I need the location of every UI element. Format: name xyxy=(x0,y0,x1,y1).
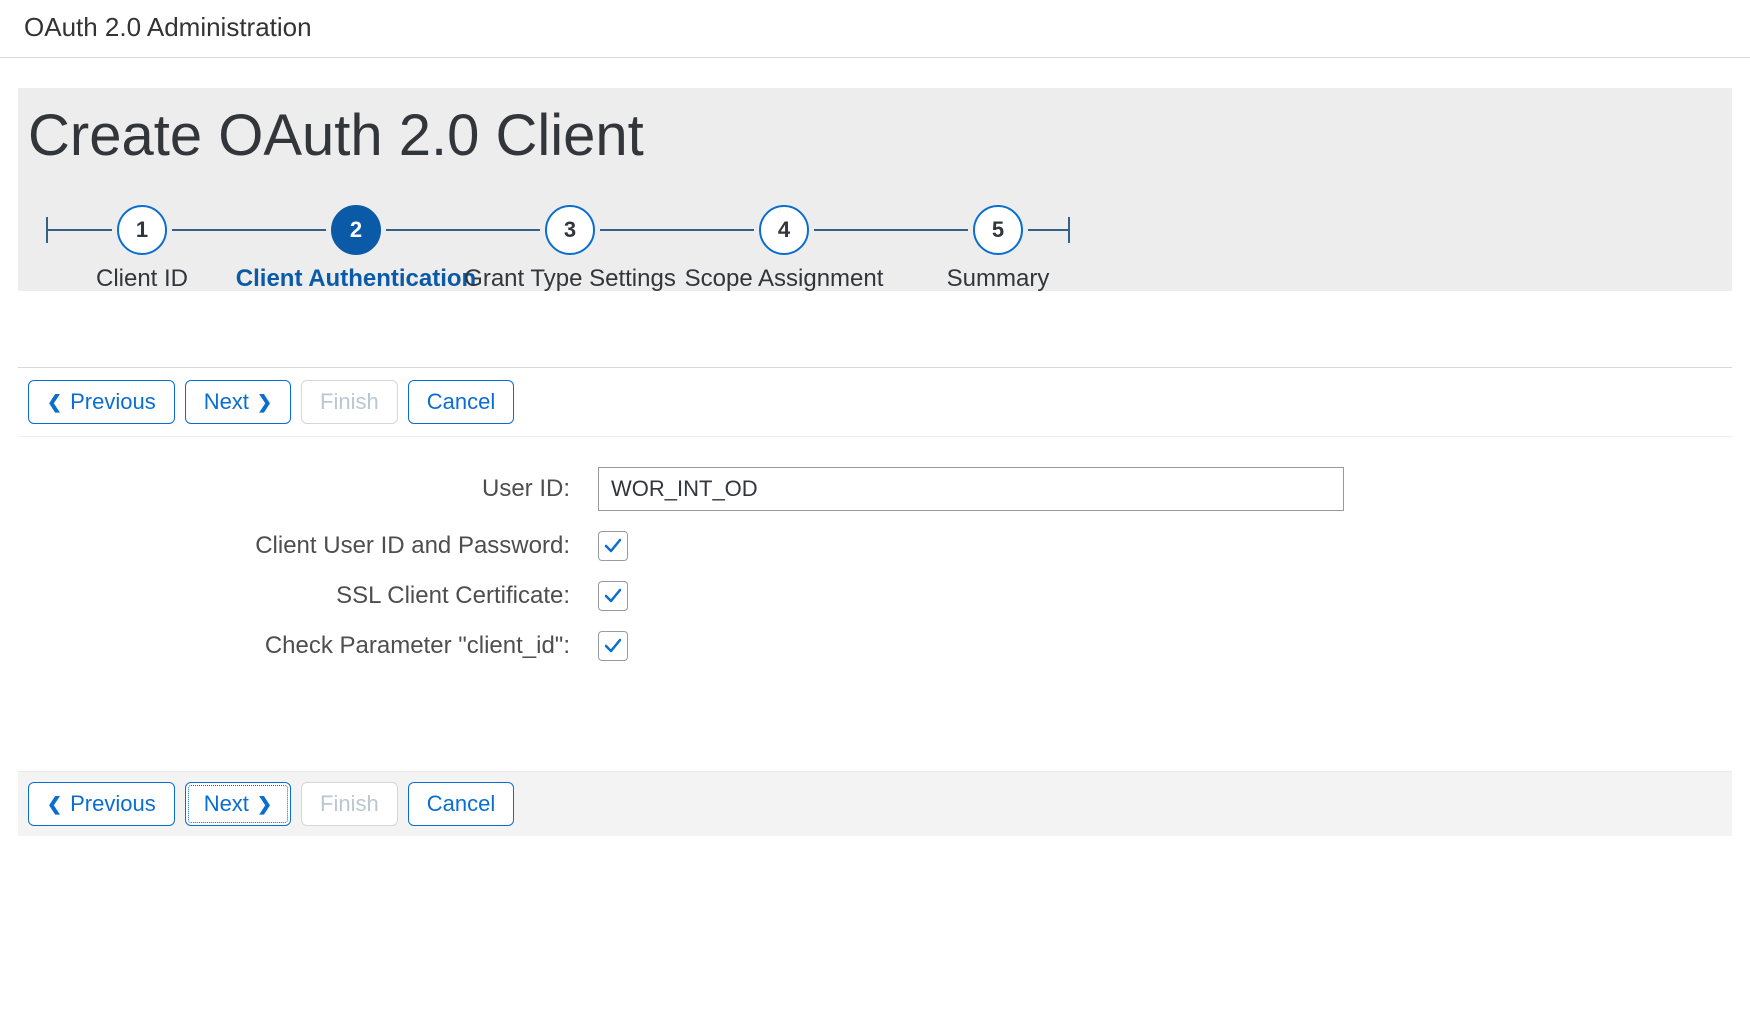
check-client-id-label: Check Parameter "client_id": xyxy=(18,632,598,660)
wizard-step-scope-assignment[interactable]: 4 Scope Assignment xyxy=(754,205,814,255)
previous-button[interactable]: ❮ Previous xyxy=(28,782,175,826)
wizard-step-summary[interactable]: 5 Summary xyxy=(968,205,1028,255)
step-connector xyxy=(172,229,326,231)
wizard-title: Create OAuth 2.0 Client xyxy=(28,102,1732,169)
next-button[interactable]: Next ❯ xyxy=(185,380,291,424)
button-label: Cancel xyxy=(427,389,495,415)
form-row-ssl-cert: SSL Client Certificate: xyxy=(18,581,1732,611)
step-label: Scope Assignment xyxy=(685,265,884,293)
wizard-step-client-id[interactable]: 1 Client ID xyxy=(112,205,172,255)
previous-button[interactable]: ❮ Previous xyxy=(28,380,175,424)
form-row-check-client-id: Check Parameter "client_id": xyxy=(18,631,1732,661)
wizard-step-grant-type-settings[interactable]: 3 Grant Type Settings xyxy=(540,205,600,255)
step-connector xyxy=(48,229,112,231)
app-title: OAuth 2.0 Administration xyxy=(24,12,312,42)
button-bar-bottom: ❮ Previous Next ❯ Finish Cancel xyxy=(18,771,1732,836)
check-icon xyxy=(603,636,623,656)
button-label: Previous xyxy=(70,791,156,817)
step-number: 1 xyxy=(117,205,167,255)
step-bar-endcap-right xyxy=(1068,217,1070,243)
button-label: Finish xyxy=(320,791,379,817)
step-number: 4 xyxy=(759,205,809,255)
app-header: OAuth 2.0 Administration xyxy=(0,0,1750,58)
chevron-right-icon: ❯ xyxy=(257,794,272,815)
client-userpass-checkbox[interactable] xyxy=(598,531,628,561)
form-row-user-id: User ID: xyxy=(18,467,1732,511)
finish-button: Finish xyxy=(301,782,398,826)
next-button[interactable]: Next ❯ xyxy=(185,782,291,826)
chevron-right-icon: ❯ xyxy=(257,392,272,413)
step-label: Client Authentication xyxy=(236,265,476,293)
content-shell: Create OAuth 2.0 Client 1 Client ID 2 Cl… xyxy=(0,88,1750,836)
user-id-input[interactable] xyxy=(598,467,1344,511)
step-label: Client ID xyxy=(96,265,188,293)
chevron-left-icon: ❮ xyxy=(47,392,62,413)
wizard-step-bar: 1 Client ID 2 Client Authentication 3 Gr… xyxy=(28,205,1732,277)
form-area: User ID: Client User ID and Password: SS… xyxy=(18,437,1732,661)
user-id-label: User ID: xyxy=(18,475,598,503)
step-label: Grant Type Settings xyxy=(464,265,676,293)
button-label: Finish xyxy=(320,389,379,415)
form-row-client-userpass: Client User ID and Password: xyxy=(18,531,1732,561)
step-label: Summary xyxy=(947,265,1050,293)
wizard-banner: Create OAuth 2.0 Client 1 Client ID 2 Cl… xyxy=(18,88,1732,291)
button-label: Next xyxy=(204,791,249,817)
step-connector xyxy=(600,229,754,231)
cancel-button[interactable]: Cancel xyxy=(408,782,514,826)
step-connector xyxy=(814,229,968,231)
chevron-left-icon: ❮ xyxy=(47,794,62,815)
ssl-cert-checkbox[interactable] xyxy=(598,581,628,611)
wizard-step-client-authentication[interactable]: 2 Client Authentication xyxy=(326,205,386,255)
check-icon xyxy=(603,586,623,606)
step-connector xyxy=(386,229,540,231)
check-icon xyxy=(603,536,623,556)
step-connector xyxy=(1028,229,1068,231)
step-number: 5 xyxy=(973,205,1023,255)
cancel-button[interactable]: Cancel xyxy=(408,380,514,424)
button-label: Previous xyxy=(70,389,156,415)
step-number: 3 xyxy=(545,205,595,255)
check-client-id-checkbox[interactable] xyxy=(598,631,628,661)
button-label: Next xyxy=(204,389,249,415)
ssl-cert-label: SSL Client Certificate: xyxy=(18,582,598,610)
step-number: 2 xyxy=(331,205,381,255)
button-bar-top: ❮ Previous Next ❯ Finish Cancel xyxy=(18,367,1732,437)
client-userpass-label: Client User ID and Password: xyxy=(18,532,598,560)
button-label: Cancel xyxy=(427,791,495,817)
finish-button: Finish xyxy=(301,380,398,424)
